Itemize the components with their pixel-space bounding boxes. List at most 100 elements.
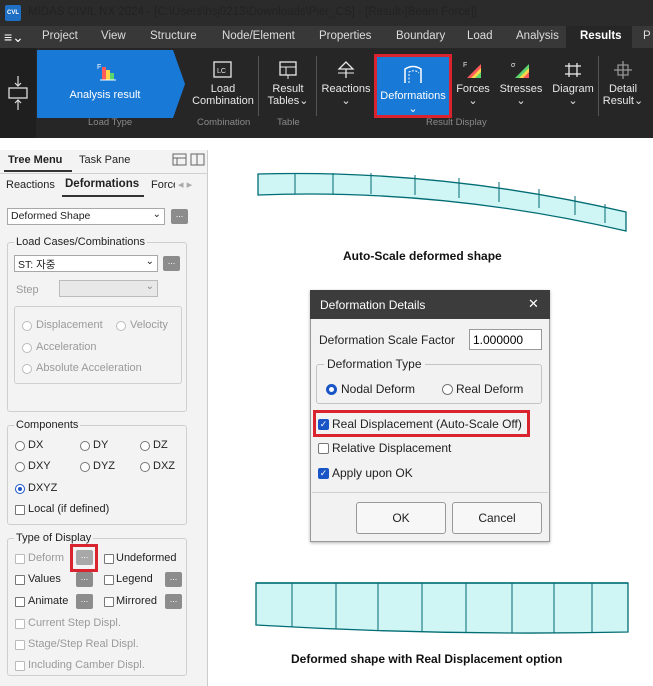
menu-view[interactable]: View <box>101 30 126 42</box>
ribbon-collapse[interactable] <box>0 48 36 138</box>
deformed-shape-options-button[interactable]: ... <box>171 209 188 224</box>
animate-options-button[interactable]: ... <box>76 594 93 609</box>
values-checkbox[interactable] <box>15 575 25 585</box>
menu-project[interactable]: Project <box>42 30 78 42</box>
step-select[interactable]: ⌄ <box>59 280 158 297</box>
menu-boundary[interactable]: Boundary <box>396 30 445 42</box>
component-dx-radio[interactable] <box>15 441 25 451</box>
component-dyz-radio[interactable] <box>80 462 90 472</box>
stresses-button[interactable]: σ Stresses ⌄ <box>496 60 546 107</box>
current-step-checkbox[interactable] <box>15 619 25 629</box>
analysis-result-button[interactable]: F Analysis result <box>37 50 173 118</box>
menu-load[interactable]: Load <box>467 30 493 42</box>
analysis-result-icon: F <box>97 64 116 81</box>
result-tables-icon <box>279 61 297 79</box>
load-combination-button[interactable]: LC Load Combination <box>191 60 255 107</box>
layout-icon[interactable] <box>172 153 206 167</box>
real-deform-label: Real Deform <box>456 382 524 396</box>
deform-checkbox[interactable] <box>15 554 25 564</box>
component-dxy-radio[interactable] <box>15 462 25 472</box>
result-tables-button[interactable]: Result Tables⌄ <box>262 60 314 107</box>
group-label-result-display: Result Display <box>426 117 487 128</box>
svg-text:σ: σ <box>511 62 516 69</box>
nodal-deform-radio[interactable] <box>326 384 337 395</box>
local-checkbox[interactable] <box>15 505 25 515</box>
diagram-button[interactable]: Diagram ⌄ <box>550 60 596 107</box>
load-combination-icon: LC <box>213 61 232 78</box>
svg-text:F: F <box>463 62 467 69</box>
subtab-reactions[interactable]: Reactions <box>6 179 55 191</box>
legend-checkbox[interactable] <box>104 575 114 585</box>
menu-node-element[interactable]: Node/Element <box>222 30 295 42</box>
load-case-options-button[interactable]: ... <box>163 256 180 271</box>
legend-label: Legend <box>116 573 153 585</box>
stage-step-checkbox[interactable] <box>15 640 25 650</box>
mirrored-checkbox[interactable] <box>104 597 114 607</box>
subtab-deformations[interactable]: Deformations <box>65 178 139 190</box>
stage-step-label: Stage/Step Real Displ. <box>28 638 139 650</box>
values-options-button[interactable]: ... <box>76 572 93 587</box>
local-label: Local (if defined) <box>28 503 110 515</box>
load-case-select[interactable]: ST: 자중 ⌄ <box>14 255 158 272</box>
menu-structure[interactable]: Structure <box>150 30 197 42</box>
component-dy-radio[interactable] <box>80 441 90 451</box>
forces-icon: F <box>463 62 481 78</box>
menu-analysis[interactable]: Analysis <box>516 30 559 42</box>
group-label-load-type: Load Type <box>88 117 133 128</box>
scale-factor-label: Deformation Scale Factor <box>319 333 456 347</box>
velocity-radio[interactable] <box>116 321 126 331</box>
menu-more[interactable]: P <box>643 30 651 42</box>
mirrored-label: Mirrored <box>116 595 157 607</box>
dialog-title-bar: Deformation Details ✕ <box>310 290 550 319</box>
apply-upon-ok-checkbox[interactable]: ✓ <box>318 468 329 479</box>
component-dxyz-radio[interactable] <box>15 484 25 494</box>
nodal-deform-label: Nodal Deform <box>341 382 416 396</box>
menu-results[interactable]: Results <box>580 30 622 42</box>
scale-factor-input[interactable] <box>469 329 542 350</box>
mirrored-options-button[interactable]: ... <box>165 594 182 609</box>
deformed-shape-select[interactable]: Deformed Shape ⌄ <box>7 208 165 225</box>
displacement-radio[interactable] <box>22 321 32 331</box>
absolute-acceleration-radio[interactable] <box>22 364 32 374</box>
deformations-button[interactable]: Deformations ⌄ <box>374 54 452 118</box>
camber-label: Including Camber Displ. <box>28 659 145 671</box>
dialog-title: Deformation Details <box>320 298 426 312</box>
tab-tree-menu[interactable]: Tree Menu <box>8 154 62 166</box>
close-icon[interactable]: ✕ <box>528 296 539 312</box>
components-title: Components <box>14 419 81 431</box>
legend-options-button[interactable]: ... <box>165 572 182 587</box>
deformations-icon <box>404 65 422 83</box>
reactions-button[interactable]: Reactions ⌄ <box>320 60 372 107</box>
real-displacement-checkbox[interactable]: ✓ <box>318 419 329 430</box>
ok-button[interactable]: OK <box>356 502 446 534</box>
real-deform-radio[interactable] <box>442 384 453 395</box>
real-displacement-label: Real Displacement (Auto-Scale Off) <box>332 417 522 431</box>
step-label: Step <box>16 284 39 296</box>
subtab-scroll-icons[interactable]: ◂ ▸ <box>178 178 192 191</box>
values-label: Values <box>28 573 61 585</box>
detail-result-button[interactable]: Detail Result⌄ <box>600 60 646 107</box>
deformation-type-title: Deformation Type <box>324 357 425 371</box>
animate-checkbox[interactable] <box>15 597 25 607</box>
component-dxz-radio[interactable] <box>140 462 150 472</box>
stresses-icon: σ <box>511 62 529 78</box>
camber-checkbox[interactable] <box>15 661 25 671</box>
undeformed-checkbox[interactable] <box>104 554 114 564</box>
hamburger-menu-icon[interactable]: ≡⌄ <box>4 29 24 46</box>
auto-scale-caption: Auto-Scale deformed shape <box>343 249 502 263</box>
type-of-display-title: Type of Display <box>14 532 94 544</box>
real-displacement-caption: Deformed shape with Real Displacement op… <box>291 652 563 666</box>
acceleration-radio[interactable] <box>22 343 32 353</box>
relative-displacement-label: Relative Displacement <box>332 441 452 455</box>
diagram-icon <box>565 63 581 77</box>
cancel-button[interactable]: Cancel <box>452 502 542 534</box>
component-dz-radio[interactable] <box>140 441 150 451</box>
subtab-forces[interactable]: Force <box>151 179 175 191</box>
tab-task-pane[interactable]: Task Pane <box>79 154 130 166</box>
svg-text:F: F <box>97 64 101 71</box>
deformations-label: Deformations <box>380 90 446 102</box>
relative-displacement-checkbox[interactable] <box>318 443 329 454</box>
forces-button[interactable]: F Forces ⌄ <box>454 60 492 107</box>
velocity-label: Velocity <box>130 319 168 331</box>
menu-properties[interactable]: Properties <box>319 30 371 42</box>
